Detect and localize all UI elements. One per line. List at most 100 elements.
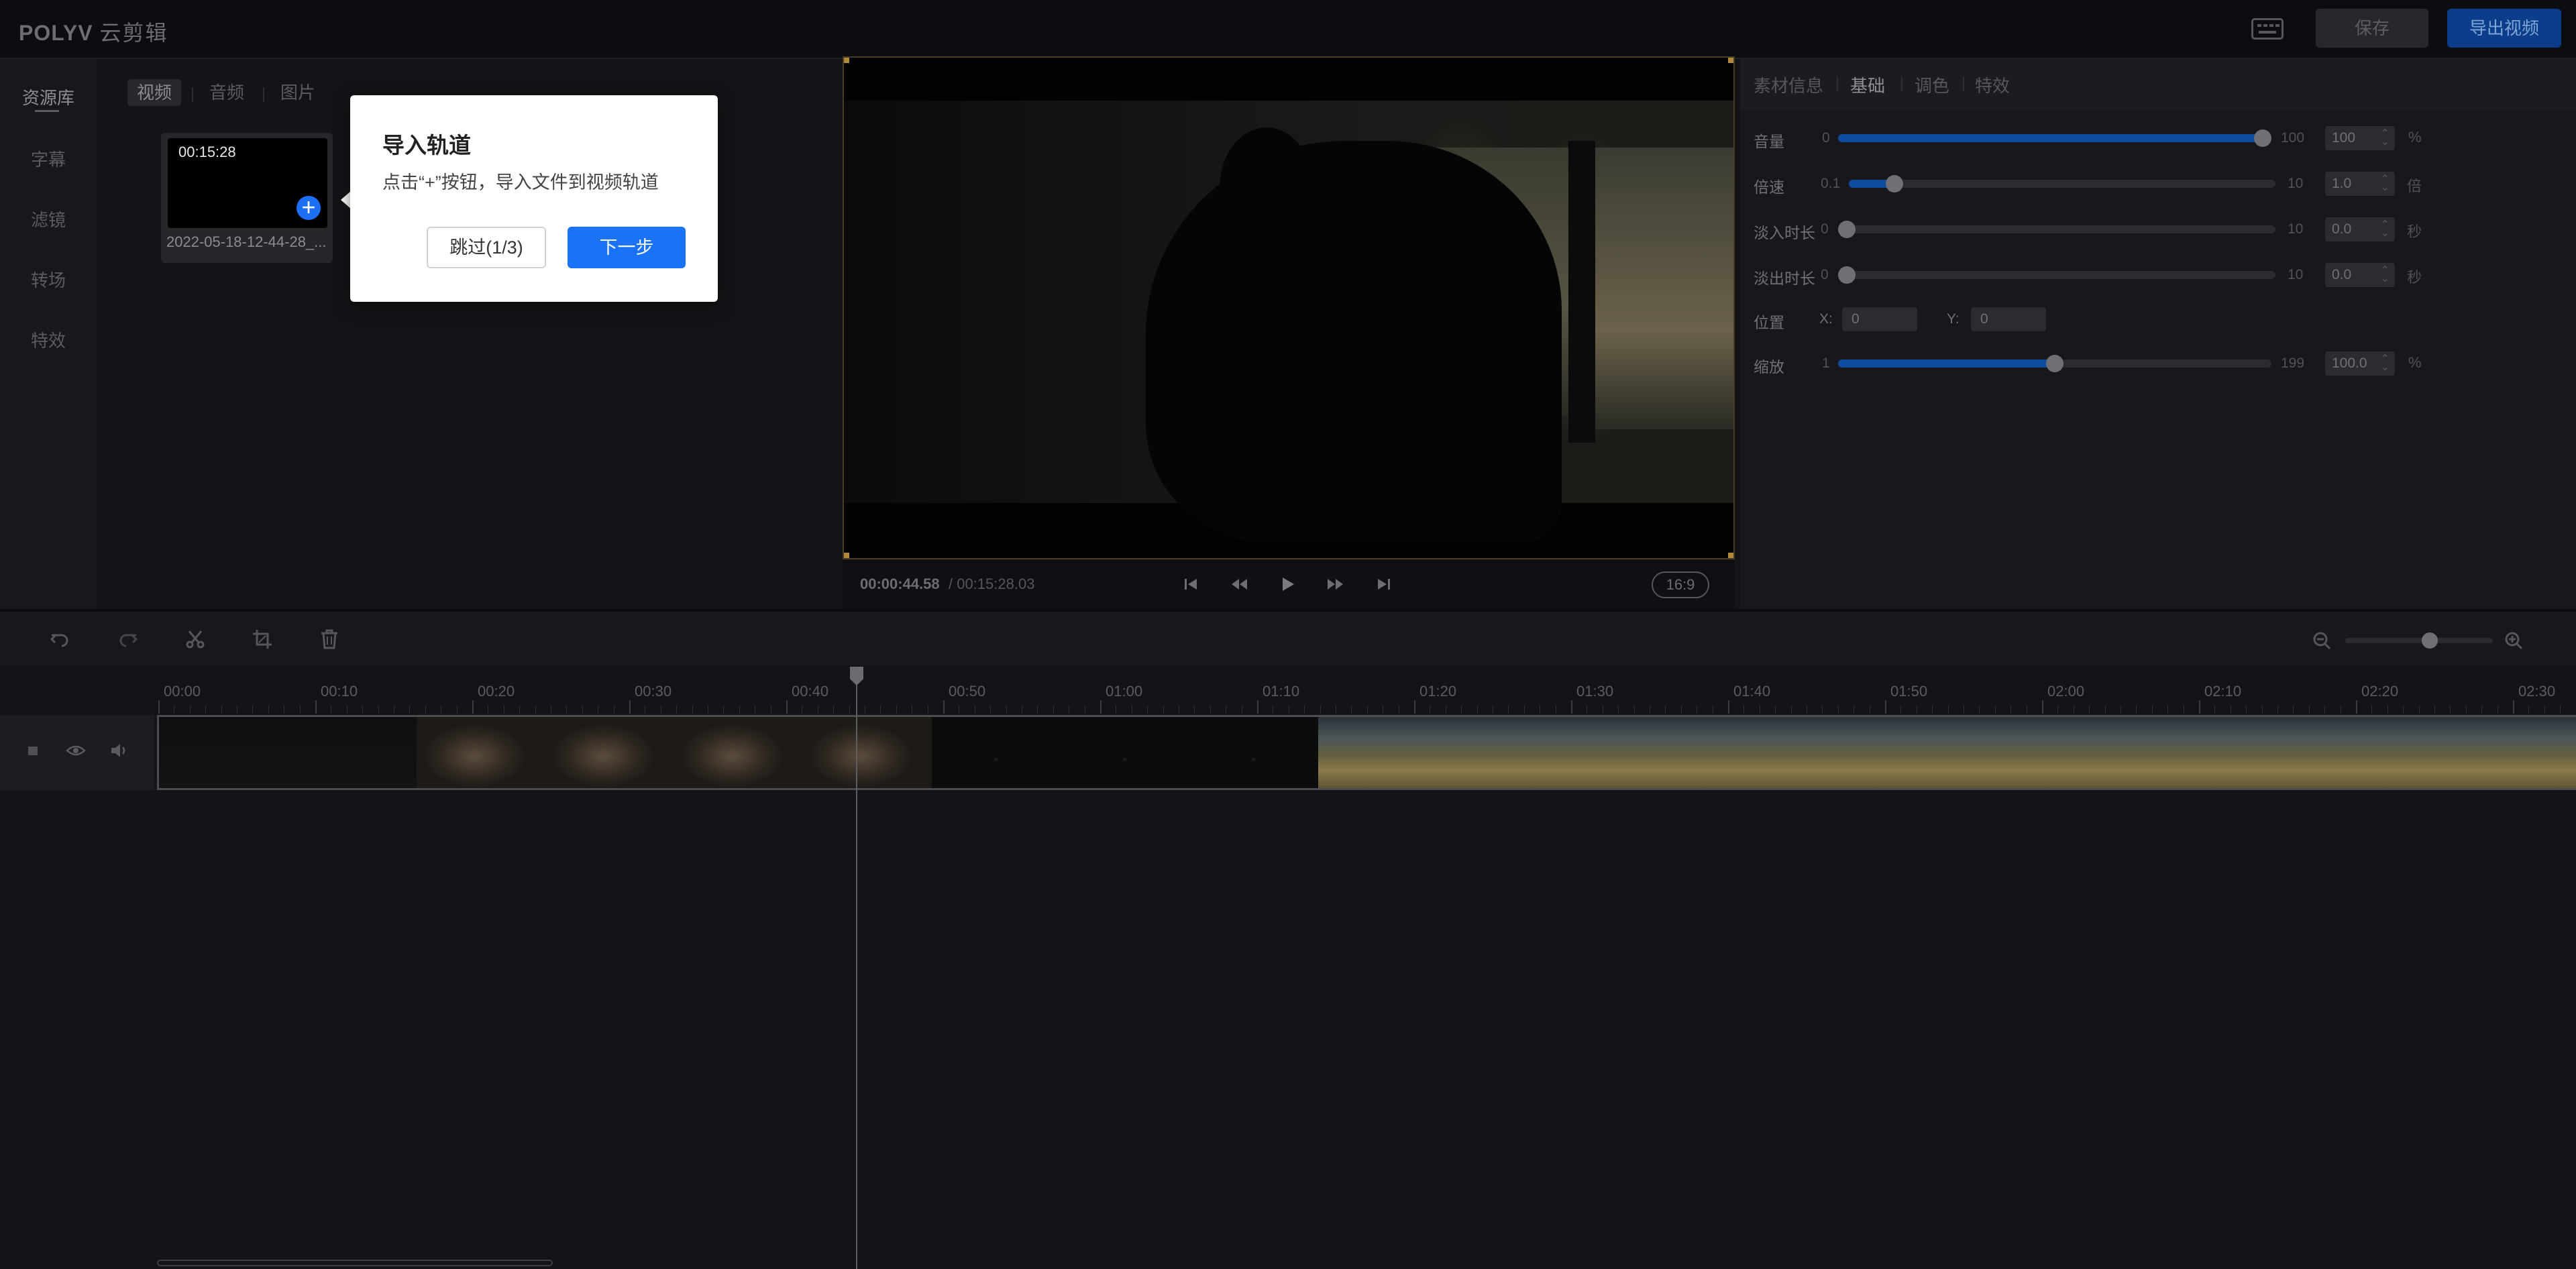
ruler-tick-label: 00:00 <box>164 683 201 700</box>
keyboard-icon[interactable] <box>2251 18 2284 40</box>
volume-input[interactable]: 100 <box>2325 122 2395 154</box>
preview-corner-handle[interactable] <box>844 553 849 558</box>
tab-clip-info[interactable]: 素材信息 <box>1754 72 1823 97</box>
ruler-tick-minor <box>2434 706 2435 714</box>
playhead-line[interactable] <box>856 667 857 1269</box>
speed-input[interactable]: 1.0 <box>2325 168 2395 200</box>
video-preview[interactable] <box>843 56 1735 559</box>
preview-corner-handle[interactable] <box>1728 553 1733 558</box>
fade-in-max: 10 <box>2288 221 2304 237</box>
ruler-tick-minor <box>205 706 206 714</box>
plus-circle-icon[interactable]: + <box>297 195 321 220</box>
tab-color[interactable]: 调色 <box>1915 72 1949 97</box>
save-button[interactable]: 保存 <box>2316 9 2428 48</box>
speed-slider-knob[interactable] <box>1886 175 1903 192</box>
position-y-input[interactable]: 0 <box>1971 307 2046 331</box>
scissors-icon[interactable] <box>184 628 207 651</box>
track-lock-icon[interactable] <box>23 740 43 761</box>
ruler-tick-major <box>1885 700 1886 714</box>
tab-effects[interactable]: 特效 <box>1975 72 2010 97</box>
scale-slider[interactable] <box>1838 355 2271 372</box>
ruler-tick-major <box>1414 700 1415 714</box>
ruler-tick-minor <box>1618 706 1619 714</box>
scale-max: 199 <box>2281 355 2305 371</box>
preview-corner-handle[interactable] <box>844 58 849 63</box>
track-frame <box>2477 717 2576 788</box>
position-x-label: X: <box>1819 311 1833 327</box>
tab-audio[interactable]: 音频 <box>200 79 254 106</box>
speed-slider[interactable] <box>1849 175 2275 192</box>
crop-icon[interactable] <box>251 628 274 651</box>
ruler-tick-minor <box>1995 706 1996 714</box>
speed-min: 0.1 <box>1821 176 1841 191</box>
skip-start-icon[interactable] <box>1179 573 1202 596</box>
tab-image[interactable]: 图片 <box>271 79 325 106</box>
scale-slider-knob[interactable] <box>2046 355 2063 372</box>
track-frame <box>1705 717 1834 788</box>
ruler-tick-minor <box>1163 706 1164 714</box>
fade-in-slider[interactable] <box>1838 221 2275 238</box>
volume-slider[interactable] <box>1838 129 2271 147</box>
nav-item-effects[interactable]: 特效 <box>0 327 97 352</box>
ruler-tick-minor <box>1634 706 1635 714</box>
fade-in-input[interactable]: 0.0 <box>2325 213 2395 245</box>
export-video-button[interactable]: 导出视频 <box>2447 9 2561 48</box>
tab-basic[interactable]: 基础 <box>1850 72 1885 97</box>
fast-forward-icon[interactable] <box>1324 573 1347 596</box>
track-frame <box>2091 717 2220 788</box>
ruler-tick-minor <box>362 706 363 714</box>
scale-min: 1 <box>1822 355 1830 371</box>
fade-in-slider-knob[interactable] <box>1838 221 1856 238</box>
ruler-tick-minor <box>2528 706 2529 714</box>
nav-item-subtitles[interactable]: 字幕 <box>0 146 97 171</box>
track-frame <box>288 717 417 788</box>
zoom-out-icon[interactable] <box>2312 630 2332 651</box>
speed-max: 10 <box>2288 176 2304 191</box>
zoom-slider[interactable] <box>2345 638 2493 643</box>
fade-out-input[interactable]: 0.0 <box>2325 259 2395 291</box>
nav-item-library[interactable]: 资源库 <box>0 85 97 109</box>
ruler-tick-minor <box>582 706 583 714</box>
scale-input[interactable]: 100.0 <box>2325 347 2395 380</box>
total-time: / 00:15:28.03 <box>949 575 1035 592</box>
speaker-icon[interactable] <box>109 740 129 761</box>
position-y-label: Y: <box>1947 311 1960 327</box>
eye-icon[interactable] <box>66 740 86 761</box>
track-frame <box>417 717 546 788</box>
redo-icon[interactable] <box>117 628 140 651</box>
ruler-tick-label: 02:20 <box>2361 683 2399 700</box>
ruler-tick-minor <box>1477 706 1478 714</box>
undo-icon[interactable] <box>48 628 71 651</box>
play-icon[interactable] <box>1276 573 1299 596</box>
fade-out-slider-knob[interactable] <box>1838 266 1856 284</box>
ruler-tick-minor <box>300 706 301 714</box>
volume-slider-knob[interactable] <box>2254 129 2271 147</box>
tab-separator <box>192 87 193 102</box>
ruler-tick-label: 00:10 <box>321 683 358 700</box>
skip-end-icon[interactable] <box>1373 573 1395 596</box>
zoom-in-icon[interactable] <box>2504 630 2524 651</box>
tab-video[interactable]: 视频 <box>127 79 182 106</box>
timeline-horizontal-scrollbar[interactable] <box>157 1260 553 1266</box>
next-step-button[interactable]: 下一步 <box>568 227 686 268</box>
ruler-tick-label: 02:30 <box>2518 683 2556 700</box>
fade-out-slider[interactable] <box>1838 266 2275 284</box>
ruler-tick-minor <box>2277 706 2278 714</box>
aspect-ratio-button[interactable]: 16:9 <box>1652 571 1709 598</box>
zoom-slider-knob[interactable] <box>2422 632 2438 649</box>
ruler-tick-minor <box>2246 706 2247 714</box>
preview-frame <box>844 101 1733 543</box>
volume-unit: % <box>2408 129 2422 146</box>
nav-active-indicator <box>35 110 59 112</box>
ruler-tick-minor <box>1367 706 1368 714</box>
trash-icon[interactable] <box>318 628 341 651</box>
nav-item-filters[interactable]: 滤镜 <box>0 207 97 231</box>
rewind-icon[interactable] <box>1228 573 1250 596</box>
preview-corner-handle[interactable] <box>1728 58 1733 63</box>
position-label: 位置 <box>1754 314 1784 331</box>
position-x-input[interactable]: 0 <box>1842 307 1917 331</box>
ruler-tick-label: 01:10 <box>1263 683 1300 700</box>
skip-button[interactable]: 跳过(1/3) <box>427 227 546 268</box>
nav-item-transitions[interactable]: 转场 <box>0 267 97 292</box>
video-track[interactable] <box>157 715 2576 790</box>
